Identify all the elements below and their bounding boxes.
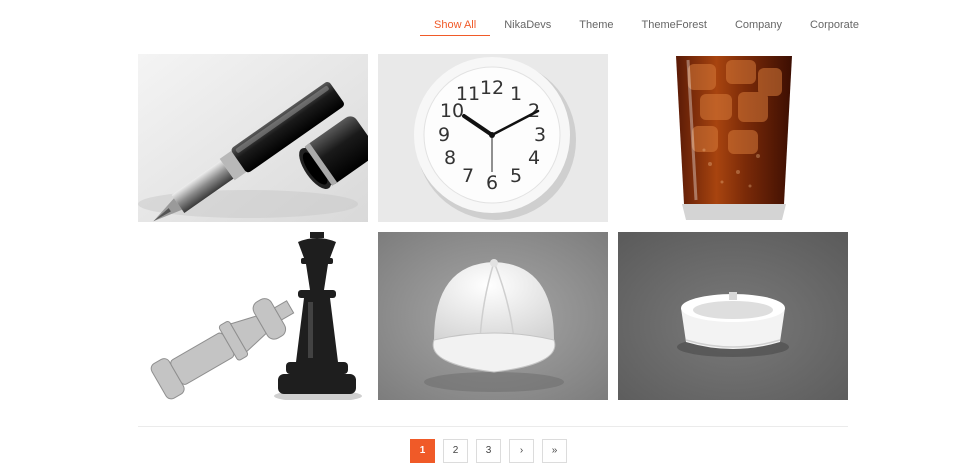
cola-glass-image (618, 54, 848, 222)
last-page-button[interactable]: » (542, 439, 567, 463)
portfolio-filter-nav: Show All NikaDevs Theme ThemeForest Comp… (420, 14, 873, 36)
fountain-pen-image (138, 54, 368, 222)
svg-text:6: 6 (486, 172, 498, 194)
portfolio-grid: 12 1 2 3 4 5 6 7 8 9 10 11 (138, 54, 848, 400)
svg-text:5: 5 (510, 165, 522, 187)
svg-text:3: 3 (534, 124, 546, 146)
portfolio-item-pen[interactable] (138, 54, 368, 222)
page-1-button[interactable]: 1 (410, 439, 435, 463)
pagination-divider (138, 426, 848, 427)
svg-text:12: 12 (480, 77, 504, 99)
portfolio-item-clock[interactable]: 12 1 2 3 4 5 6 7 8 9 10 11 (378, 54, 608, 222)
svg-text:11: 11 (456, 83, 480, 105)
portfolio-item-ashtray[interactable] (618, 232, 848, 400)
wall-clock-image: 12 1 2 3 4 5 6 7 8 9 10 11 (378, 54, 608, 222)
svg-text:9: 9 (438, 124, 450, 146)
ashtray-image (618, 232, 848, 400)
filter-company[interactable]: Company (721, 14, 796, 36)
pagination: 1 2 3 › » (410, 439, 575, 463)
svg-text:7: 7 (462, 165, 474, 187)
filter-corporate[interactable]: Corporate (796, 14, 873, 36)
filter-theme[interactable]: Theme (565, 14, 627, 36)
filter-show-all[interactable]: Show All (420, 14, 491, 36)
portfolio-item-chess[interactable] (138, 232, 368, 400)
baseball-cap-image (378, 232, 608, 400)
portfolio-item-cola[interactable] (618, 54, 848, 222)
next-page-button[interactable]: › (509, 439, 534, 463)
svg-text:4: 4 (528, 147, 540, 169)
filter-nikadevs[interactable]: NikaDevs (490, 14, 565, 36)
page-3-button[interactable]: 3 (476, 439, 501, 463)
svg-text:1: 1 (510, 83, 522, 105)
portfolio-item-cap[interactable] (378, 232, 608, 400)
svg-text:8: 8 (444, 147, 456, 169)
filter-themeforest[interactable]: ThemeForest (628, 14, 721, 36)
chess-pieces-image (138, 232, 368, 400)
page-2-button[interactable]: 2 (443, 439, 468, 463)
